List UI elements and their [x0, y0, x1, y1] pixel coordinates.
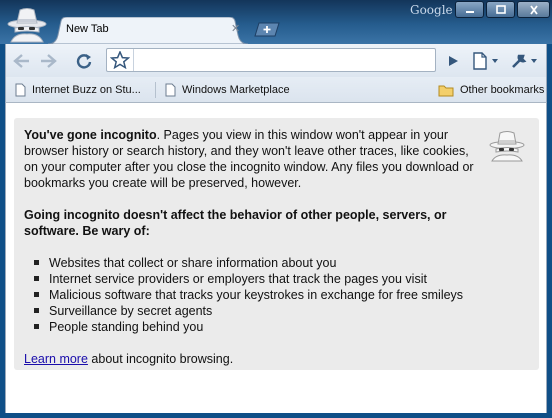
bookmarks-bar: Internet Buzz on Stu... Windows Marketpl…	[5, 77, 547, 103]
reload-icon	[76, 54, 92, 69]
incognito-info-panel: You've gone incognito. Pages you view in…	[14, 118, 539, 370]
toolbar	[5, 44, 547, 77]
close-icon	[529, 4, 538, 15]
list-item: Malicious software that tracks your keys…	[34, 287, 486, 303]
list-item: Websites that collect or share informati…	[34, 255, 486, 271]
list-item: People standing behind you	[34, 319, 486, 335]
back-button[interactable]	[10, 49, 34, 73]
forward-button[interactable]	[36, 49, 60, 73]
page-menu-icon	[473, 52, 498, 70]
maximize-button[interactable]	[486, 1, 515, 18]
page-menu-button[interactable]	[469, 49, 503, 73]
wrench-menu-button[interactable]	[508, 49, 542, 73]
other-bookmarks-label: Other bookmarks	[460, 84, 545, 96]
close-window-button[interactable]	[517, 1, 550, 18]
bookmark-label: Windows Marketplace	[182, 84, 290, 96]
go-button[interactable]	[441, 49, 465, 73]
learn-more-link[interactable]: Learn more	[24, 352, 88, 366]
intro-paragraph: You've gone incognito. Pages you view in…	[24, 127, 486, 191]
address-input[interactable]	[137, 52, 436, 70]
window-controls	[455, 1, 550, 19]
incognito-spy-icon	[489, 131, 525, 162]
tab-close-icon[interactable]: ✕	[231, 22, 240, 35]
maximize-icon	[495, 4, 506, 14]
list-item: Surveillance by secret agents	[34, 303, 486, 319]
warning-heading: Going incognito doesn't affect the behav…	[24, 208, 447, 238]
go-icon	[449, 56, 458, 66]
bookmark-divider	[155, 82, 156, 98]
tab-title: New Tab	[66, 23, 109, 35]
page-icon	[15, 83, 26, 97]
bookmark-item[interactable]: Internet Buzz on Stu...	[15, 82, 141, 98]
minimize-button[interactable]	[455, 1, 484, 18]
incognito-text: You've gone incognito. Pages you view in…	[24, 127, 486, 383]
folder-icon	[438, 85, 454, 96]
omnibox-divider	[133, 49, 134, 71]
reload-button[interactable]	[72, 49, 96, 73]
browser-window: Google New Tab ✕ Internet Buzz on Stu...…	[0, 0, 552, 418]
new-tab-button[interactable]	[254, 22, 280, 37]
other-bookmarks-button[interactable]: Other bookmarks	[438, 82, 544, 98]
learn-more-rest: about incognito browsing.	[87, 352, 234, 366]
wary-list: Websites that collect or share informati…	[24, 255, 486, 335]
star-icon[interactable]	[110, 51, 130, 69]
brand-label: Google	[410, 3, 453, 17]
bookmark-label: Internet Buzz on Stu...	[32, 84, 141, 96]
bookmark-item[interactable]: Windows Marketplace	[165, 82, 290, 98]
incognito-logo-icon	[7, 8, 47, 43]
wrench-menu-icon	[512, 54, 537, 68]
omnibox[interactable]	[106, 48, 436, 72]
page-content: You've gone incognito. Pages you view in…	[5, 103, 547, 413]
intro-heading: You've gone incognito	[24, 128, 157, 142]
page-icon	[165, 83, 176, 97]
tab-new-tab[interactable]: New Tab ✕	[48, 17, 248, 44]
back-icon	[13, 54, 29, 68]
minimize-icon	[465, 10, 474, 13]
learn-more-paragraph: Learn more about incognito browsing.	[24, 351, 486, 367]
forward-icon	[41, 54, 57, 68]
list-item: Internet service providers or employers …	[34, 271, 486, 287]
